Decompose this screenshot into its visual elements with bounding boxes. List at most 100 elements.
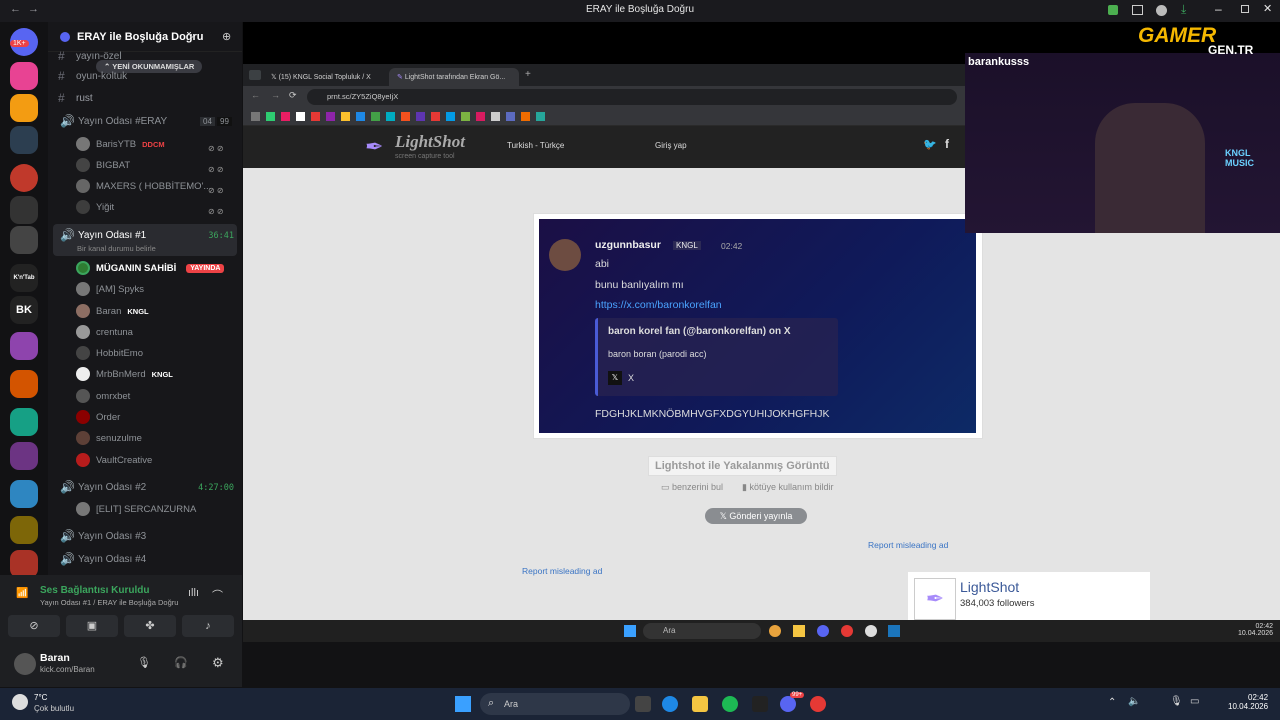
server-icon[interactable]: K'n'Tab (10, 264, 38, 292)
server-icon[interactable] (10, 370, 38, 398)
channel-text[interactable]: # rust (58, 88, 93, 108)
browser-tab[interactable]: 𝕏 (15) KNGL Social Topluluk / X (263, 68, 383, 86)
chevron-down-icon[interactable]: ⌄ (188, 30, 196, 41)
bookmark-icon[interactable] (266, 112, 275, 121)
voice-user[interactable]: Yiğit (76, 197, 114, 217)
minimize-icon[interactable]: – (1215, 2, 1222, 16)
voice-user[interactable]: BIGBAT (76, 155, 130, 175)
report-ad-link[interactable]: Report misleading ad (868, 540, 948, 550)
settings-gear-icon[interactable]: ⚙ (212, 655, 224, 671)
voice-user[interactable]: MÜGANIN SAHİBİ YAYINDA (76, 258, 225, 278)
back-icon[interactable]: ← (251, 90, 260, 100)
windows-start-icon[interactable] (624, 625, 636, 637)
disconnect-icon[interactable]: ⌒ (212, 587, 223, 603)
browser-tab-active[interactable]: ✎ LightShot tarafından Ekran Gö... (389, 68, 519, 86)
app-icon[interactable] (841, 625, 853, 637)
voice-user[interactable]: omrxbet (76, 386, 130, 406)
bookmark-icon[interactable] (521, 112, 530, 121)
channel-status[interactable]: Bir kanal durumu belirle (77, 244, 156, 253)
forward-icon[interactable]: → (271, 90, 280, 100)
find-similar-link[interactable]: ▭ benzerini bul (661, 482, 723, 493)
voice-user[interactable]: [AM] Spyks (76, 279, 144, 299)
voice-user[interactable]: VaultCreative (76, 450, 152, 470)
bookmark-icon[interactable] (491, 112, 500, 121)
report-abuse-link[interactable]: ▮ kötüye kullanım bildir (742, 482, 834, 493)
screen-share-button[interactable]: ▣ (66, 615, 118, 637)
app-icon[interactable] (752, 696, 768, 712)
server-icon[interactable] (10, 94, 38, 122)
bookmark-icon[interactable] (371, 112, 380, 121)
maximize-icon[interactable] (1241, 5, 1249, 13)
weather-temp[interactable]: 7°C (34, 693, 47, 702)
voice-channel-room3[interactable]: 🔊 Yayın Odası #3 (60, 526, 146, 546)
server-icon[interactable] (10, 408, 38, 436)
voice-user[interactable]: Order (76, 407, 120, 427)
language-select[interactable]: Turkish - Türkçe (507, 141, 564, 150)
bookmark-icon[interactable] (326, 112, 335, 121)
speaker-icon[interactable]: 🔈 (1128, 696, 1140, 707)
voice-user[interactable]: MrbBnMerd KNGL (76, 364, 173, 384)
avatar[interactable] (14, 653, 36, 675)
server-icon[interactable] (10, 196, 38, 224)
login-link[interactable]: Giriş yap (655, 141, 687, 150)
leaf-icon[interactable] (1108, 5, 1118, 15)
microphone-icon[interactable]: 🎙 (137, 656, 151, 669)
voice-user[interactable]: BarisYTB DDCM (76, 134, 165, 154)
help-icon[interactable] (1156, 5, 1167, 16)
voice-user[interactable]: senuzulme (76, 428, 142, 448)
taskbar-clock[interactable]: 02:42 10.04.2026 (1228, 693, 1268, 711)
report-ad-link[interactable]: Report misleading ad (522, 566, 602, 576)
facebook-icon[interactable]: f (945, 137, 949, 151)
app-icon[interactable] (810, 696, 826, 712)
url-input[interactable]: prnt.sc/ZY5ZiQ8yeIjX (307, 89, 957, 105)
tray-chevron-icon[interactable]: ⌃ (1108, 697, 1116, 708)
server-icon[interactable] (10, 442, 38, 470)
bookmark-icon[interactable] (311, 112, 320, 121)
server-icon[interactable] (10, 480, 38, 508)
bookmark-icon[interactable] (356, 112, 365, 121)
server-icon[interactable]: BK (10, 296, 38, 324)
channel-text[interactable]: # oyun-koltuk (58, 66, 127, 86)
bookmark-icon[interactable] (281, 112, 290, 121)
bookmark-icon[interactable] (536, 112, 545, 121)
folder-icon[interactable] (692, 696, 708, 712)
voice-channel-room1[interactable]: 🔊 Yayın Odası #1 (60, 225, 146, 245)
server-icon[interactable] (10, 62, 38, 90)
bookmark-icon[interactable] (476, 112, 485, 121)
voice-channel-eray[interactable]: 🔊 Yayın Odası #ERAY 04 99 (60, 111, 232, 131)
bookmark-icon[interactable] (506, 112, 515, 121)
voice-channel-room2[interactable]: 🔊 Yayın Odası #2 (60, 477, 146, 497)
facebook-widget[interactable]: ✒ LightShot 384,003 followers (908, 572, 1150, 620)
screenshot-frame[interactable]: uzgunnbasur KNGL 02:42 abi bunu banlıyal… (533, 213, 983, 439)
voice-user[interactable]: HobbitEmo (76, 343, 143, 363)
microphone-icon[interactable]: 🎙 (1170, 696, 1183, 707)
bookmark-icon[interactable] (341, 112, 350, 121)
bookmark-icon[interactable] (446, 112, 455, 121)
add-member-icon[interactable]: ⊕ (222, 30, 231, 43)
network-icon[interactable]: ▭ (1190, 696, 1199, 707)
twitter-icon[interactable]: 🐦 (923, 138, 937, 151)
server-icon[interactable] (10, 332, 38, 360)
folder-icon[interactable] (793, 625, 805, 637)
voice-status[interactable]: Ses Bağlantısı Kuruldu (40, 585, 149, 596)
steam-icon[interactable] (888, 625, 900, 637)
task-view-icon[interactable] (635, 696, 651, 712)
new-tab-icon[interactable]: + (525, 69, 531, 80)
bookmark-icon[interactable] (386, 112, 395, 121)
voice-channel-room4[interactable]: 🔊 Yayın Odası #4 (60, 549, 146, 569)
edge-icon[interactable] (662, 696, 678, 712)
voice-user[interactable]: MAXERS ( HOBBİTEMO'... (76, 176, 211, 196)
windows-start-icon[interactable] (455, 696, 471, 712)
tab-search-icon[interactable] (249, 70, 261, 80)
server-icon[interactable] (10, 550, 38, 578)
server-icon[interactable] (10, 126, 38, 154)
weather-icon[interactable] (12, 694, 28, 710)
discord-icon[interactable] (817, 625, 829, 637)
bookmark-icon[interactable] (461, 112, 470, 121)
bookmark-icon[interactable] (401, 112, 410, 121)
headphones-icon[interactable]: 🎧 (174, 656, 188, 669)
voice-user[interactable]: Baran KNGL (76, 301, 149, 321)
bookmark-icon[interactable] (431, 112, 440, 121)
voice-user[interactable]: crentuna (76, 322, 133, 342)
chrome-icon[interactable] (769, 625, 781, 637)
